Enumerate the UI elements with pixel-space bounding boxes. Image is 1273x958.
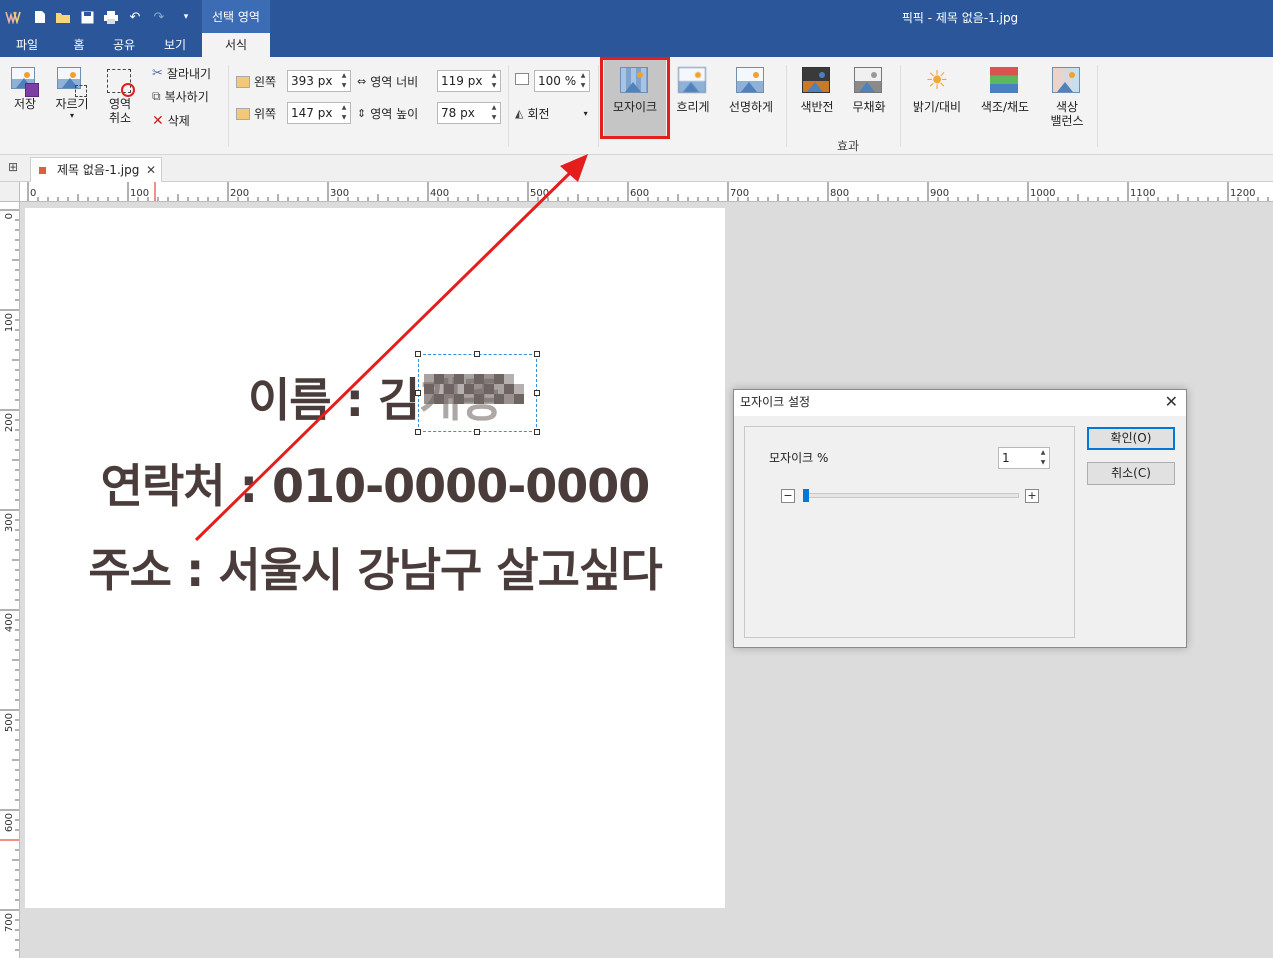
mosaic-slider-thumb[interactable]: [803, 489, 809, 502]
close-icon[interactable]: ✕: [1165, 391, 1178, 413]
mosaic-settings-dialog: 모자이크 설정 ✕ 모자이크 % 1 ▲ ▼ − + 확인(O) 취소(C): [733, 389, 1187, 648]
mosaic-percent-input[interactable]: 1 ▲ ▼: [998, 447, 1050, 469]
cancel-button[interactable]: 취소(C): [1087, 462, 1175, 485]
ok-button[interactable]: 확인(O): [1087, 427, 1175, 450]
dialog-title: 모자이크 설정: [734, 390, 1186, 416]
mosaic-percent-label: 모자이크 %: [769, 451, 829, 465]
increase-button[interactable]: +: [1025, 489, 1039, 503]
decrease-button[interactable]: −: [781, 489, 795, 503]
dialog-group-box: 모자이크 % 1 ▲ ▼ − +: [744, 426, 1075, 638]
mosaic-spinner-icon[interactable]: ▲ ▼: [1037, 448, 1049, 468]
mosaic-slider-track[interactable]: [803, 493, 1019, 498]
